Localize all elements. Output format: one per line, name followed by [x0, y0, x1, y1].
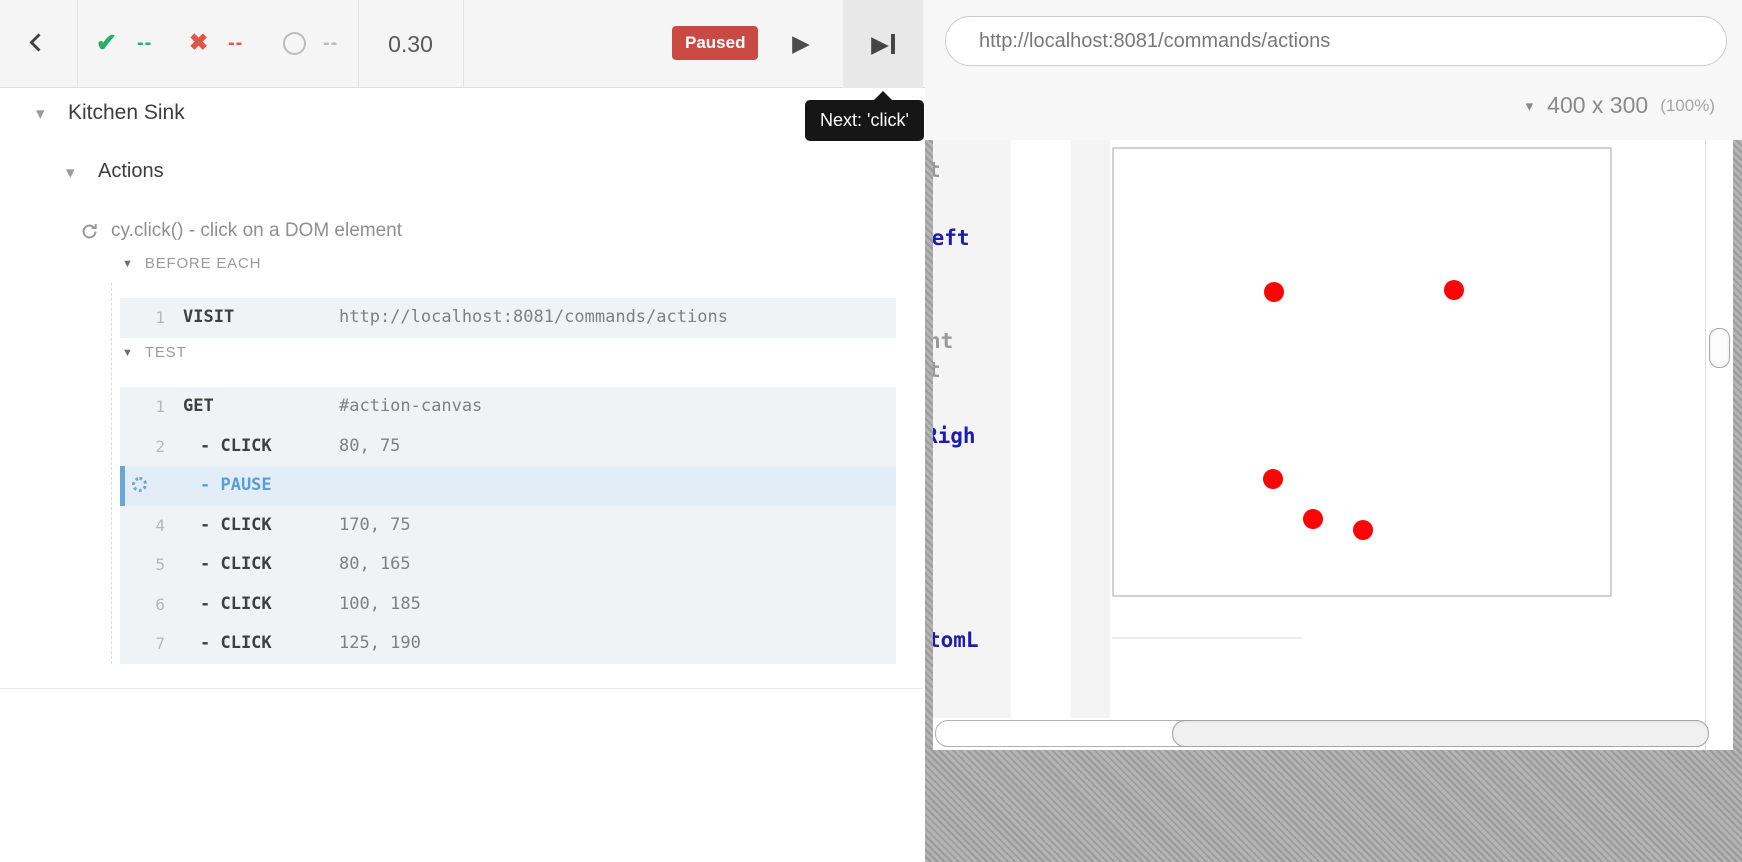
command-number: 4: [120, 506, 165, 546]
viewport-scale: (100%): [1660, 96, 1715, 116]
test-timer: 0.30: [358, 0, 463, 88]
chevron-left-icon: [29, 33, 47, 51]
content-divider: [1112, 637, 1302, 639]
caret-down-icon[interactable]: ▾: [36, 104, 45, 124]
command-method: - PAUSE: [200, 466, 272, 506]
command-row[interactable]: - PAUSE: [120, 466, 896, 506]
command-number: 6: [120, 585, 165, 625]
command-method: - CLICK: [200, 624, 272, 664]
command-number: 7: [120, 624, 165, 664]
command-row[interactable]: 7 - CLICK 125, 190: [120, 624, 896, 664]
command-message: 170, 75: [339, 506, 411, 546]
viewport-menu-caret-icon[interactable]: ▾: [1526, 97, 1534, 115]
command-message: 100, 185: [339, 585, 421, 625]
click-dot: [1263, 469, 1283, 489]
command-method: GET: [183, 387, 214, 427]
step-forward-icon: ▶: [871, 31, 895, 58]
url-bar[interactable]: http://localhost:8081/commands/actions: [945, 16, 1727, 66]
suite-actions[interactable]: Actions: [98, 160, 164, 183]
running-refresh-icon: [80, 222, 99, 241]
suite-kitchen-sink[interactable]: Kitchen Sink: [68, 101, 185, 125]
viewport-info: ▾ 400 x 300 (100%): [1526, 92, 1715, 119]
url-text: http://localhost:8081/commands/actions: [979, 17, 1330, 65]
pending-circle-icon: [283, 32, 306, 55]
code-fragment: t: [933, 358, 941, 382]
command-row[interactable]: 2 - CLICK 80, 75: [120, 427, 896, 467]
reporter-divider: [0, 688, 922, 689]
command-method: VISIT: [183, 298, 234, 338]
click-dot: [1303, 509, 1323, 529]
code-fragment: tomL: [933, 628, 979, 652]
back-button[interactable]: [0, 0, 77, 87]
test-left-guide: [111, 283, 112, 664]
code-fragment: Righ: [933, 424, 976, 448]
code-fragment: ht: [933, 329, 953, 353]
failed-x-icon: ✖: [189, 29, 208, 56]
command-method: - CLICK: [200, 506, 272, 546]
horizontal-scrollbar[interactable]: [935, 720, 1708, 747]
command-row[interactable]: 1 GET #action-canvas: [120, 387, 896, 427]
command-number: 5: [120, 545, 165, 585]
command-row[interactable]: 4 - CLICK 170, 75: [120, 506, 896, 546]
viewport-size: 400 x 300: [1547, 92, 1648, 119]
toolbar-separator: [77, 0, 78, 87]
test-row[interactable]: cy.click() - click on a DOM element: [80, 220, 402, 242]
command-row[interactable]: 5 - CLICK 80, 165: [120, 545, 896, 585]
aut-panel: http://localhost:8081/commands/actions ▾…: [925, 0, 1742, 862]
passed-check-icon: ✔: [96, 28, 117, 58]
caret-down-icon: ▼: [122, 347, 133, 359]
next-step-button[interactable]: ▶: [843, 0, 923, 88]
command-message: 125, 190: [339, 624, 421, 664]
passed-count: --: [137, 32, 152, 55]
code-block-background: [1071, 140, 1110, 718]
vertical-scrollbar[interactable]: [1705, 140, 1733, 750]
click-dot: [1444, 280, 1464, 300]
test-title: cy.click() - click on a DOM element: [111, 220, 402, 242]
failed-count: --: [228, 32, 243, 55]
command-row[interactable]: 1 VISIT http://localhost:8081/commands/act…: [120, 298, 896, 338]
click-dot: [1353, 520, 1373, 540]
hook-before-each[interactable]: ▼ BEFORE EACH: [122, 255, 261, 272]
before-each-commands: 1 VISIT http://localhost:8081/commands/act…: [120, 298, 896, 338]
test-commands: 1GET#action-canvas2- CLICK80, 75- PAUSE4…: [120, 387, 896, 664]
action-canvas[interactable]: [1112, 147, 1612, 597]
next-tooltip: Next: 'click': [805, 100, 924, 141]
reporter-toolbar: ✔ -- ✖ -- -- 0.30 Paused ▶ ▶: [0, 0, 925, 88]
caret-down-icon: ▼: [122, 258, 133, 270]
cypress-runner: { "toolbar": { "passed_count": "--", "fa…: [0, 0, 1742, 862]
command-method: - CLICK: [200, 427, 272, 467]
hook-test[interactable]: ▼ TEST: [122, 344, 186, 361]
command-log: ▾ Kitchen Sink ▾ Actions cy.click() - cl…: [0, 88, 925, 862]
command-method: - CLICK: [200, 585, 272, 625]
command-message: #action-canvas: [339, 387, 482, 427]
vertical-scrollbar-thumb[interactable]: [1709, 328, 1730, 368]
command-number: 1: [120, 298, 165, 338]
click-dot: [1264, 282, 1284, 302]
command-number: 2: [120, 427, 165, 467]
code-fragment: t: [933, 158, 941, 182]
aut-iframe: t left ht t Righ tomL: [933, 140, 1733, 750]
command-message: 80, 75: [339, 427, 400, 467]
command-message: http://localhost:8081/commands/actions: [339, 298, 728, 338]
toolbar-separator: [463, 0, 464, 87]
resume-button[interactable]: ▶: [777, 0, 825, 87]
caret-down-icon[interactable]: ▾: [66, 163, 75, 183]
command-row[interactable]: 6 - CLICK 100, 185: [120, 585, 896, 625]
command-message: 80, 165: [339, 545, 411, 585]
paused-badge: Paused: [672, 26, 758, 60]
aut-header: http://localhost:8081/commands/actions ▾…: [925, 0, 1742, 140]
code-fragment: left: [933, 226, 970, 250]
horizontal-scrollbar-thumb[interactable]: [1172, 720, 1709, 747]
pending-count: --: [323, 32, 338, 55]
command-method: - CLICK: [200, 545, 272, 585]
command-number: 1: [120, 387, 165, 427]
spinner-icon: [132, 477, 147, 492]
